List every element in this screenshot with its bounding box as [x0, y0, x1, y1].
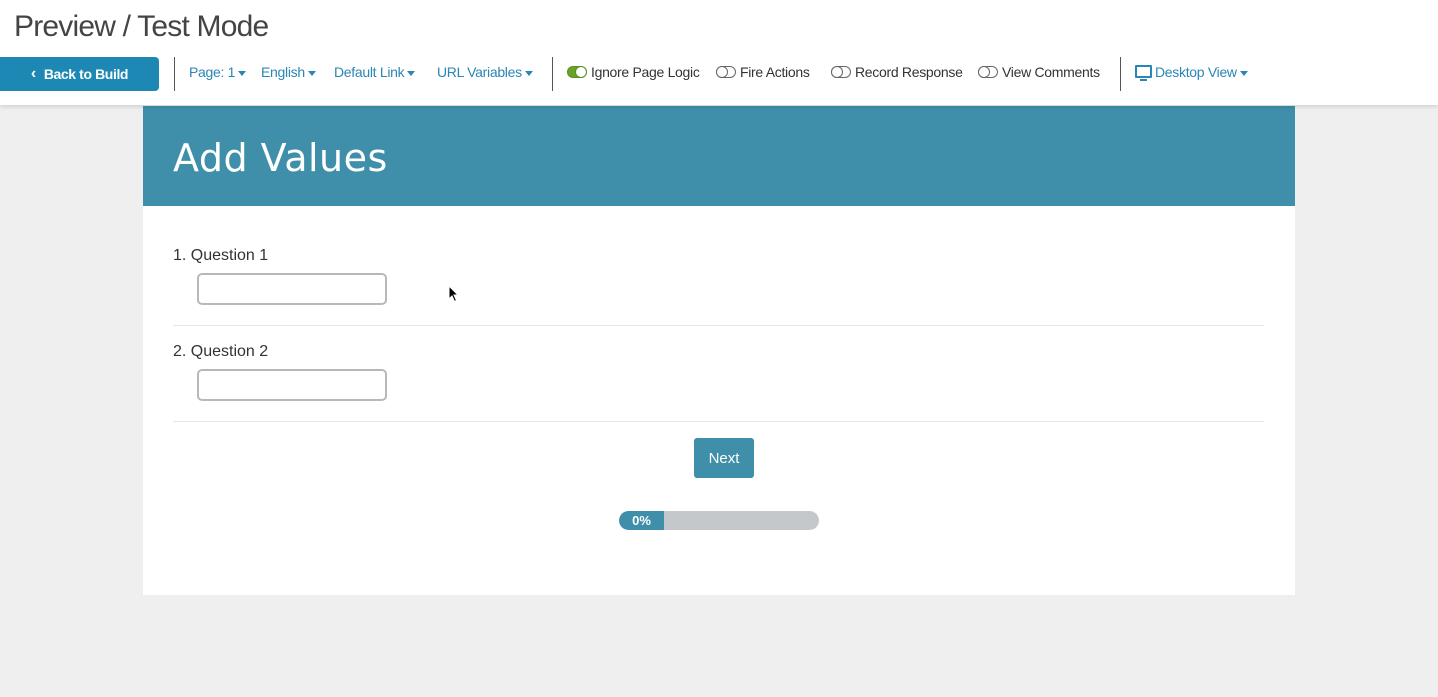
toggle-off-icon [716, 66, 736, 78]
monitor-icon [1135, 65, 1152, 81]
question-1-input[interactable] [197, 273, 387, 305]
caret-down-icon [1239, 70, 1248, 76]
link-dropdown[interactable]: Default Link [334, 64, 416, 80]
question-2-input[interactable] [197, 369, 387, 401]
caret-down-icon [238, 70, 247, 76]
question-1: 1. Question 1 [173, 247, 1264, 326]
caret-down-icon [407, 70, 416, 76]
record-response-label: Record Response [855, 64, 963, 80]
view-mode-label: Desktop View [1155, 64, 1237, 80]
top-toolbar: Preview / Test Mode ‹ Back to Build Page… [0, 0, 1438, 105]
progress-bar: 0% [619, 511, 819, 530]
question-divider [173, 325, 1264, 326]
question-2: 2. Question 2 [173, 343, 1264, 422]
page-dropdown-label: Page: 1 [189, 64, 236, 80]
back-to-build-button[interactable]: ‹ Back to Build [0, 57, 159, 91]
view-mode-dropdown[interactable]: Desktop View [1135, 64, 1248, 81]
toggle-on-icon [567, 66, 587, 78]
ignore-page-logic-label: Ignore Page Logic [591, 64, 700, 80]
page-dropdown[interactable]: Page: 1 [189, 64, 247, 80]
survey-card: Add Values 1. Question 1 2. Question 2 N… [143, 106, 1295, 595]
toolbar-divider [1120, 57, 1121, 91]
survey-header: Add Values [143, 106, 1295, 206]
survey-page-title: Add Values [173, 136, 388, 180]
url-variables-dropdown-label: URL Variables [437, 64, 522, 80]
language-dropdown[interactable]: English [261, 64, 316, 80]
toggle-off-icon [831, 66, 851, 78]
record-response-toggle[interactable]: Record Response [831, 64, 963, 80]
toggle-off-icon [978, 66, 998, 78]
fire-actions-label: Fire Actions [740, 64, 810, 80]
view-comments-label: View Comments [1002, 64, 1100, 80]
next-button[interactable]: Next [694, 438, 754, 478]
toolbar-divider [174, 57, 175, 91]
question-1-label: 1. Question 1 [173, 247, 269, 264]
view-comments-toggle[interactable]: View Comments [978, 64, 1100, 80]
page-title: Preview / Test Mode [14, 10, 269, 43]
toolbar-divider [552, 57, 553, 91]
caret-down-icon [307, 70, 316, 76]
question-2-label: 2. Question 2 [173, 343, 269, 360]
url-variables-dropdown[interactable]: URL Variables [437, 64, 533, 80]
chevron-left-icon: ‹ [30, 65, 36, 82]
ignore-page-logic-toggle[interactable]: Ignore Page Logic [567, 64, 700, 80]
language-dropdown-label: English [261, 64, 305, 80]
back-to-build-label: Back to Build [43, 66, 129, 82]
progress-text: 0% [632, 513, 651, 528]
link-dropdown-label: Default Link [334, 64, 405, 80]
mouse-cursor-icon [448, 285, 460, 303]
question-divider [173, 421, 1264, 422]
caret-down-icon [524, 70, 533, 76]
fire-actions-toggle[interactable]: Fire Actions [716, 64, 810, 80]
